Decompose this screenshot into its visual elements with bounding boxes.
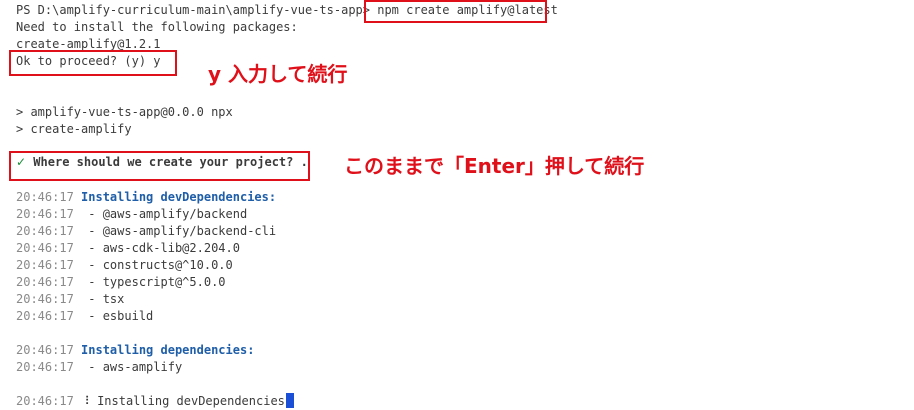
log-line: 20:46:17 - @aws-amplify/backend-cli xyxy=(16,223,276,240)
timestamp: 20:46:17 xyxy=(16,258,74,272)
annotation-press-enter: このままで「Enter」押して続行 xyxy=(344,154,645,178)
log-line: 20:46:17 - constructs@^10.0.0 xyxy=(16,257,233,274)
log-line: 20:46:17 - tsx xyxy=(16,291,124,308)
log-line: 20:46:17 Installing dependencies: xyxy=(16,342,254,359)
npx-line-1: > amplify-vue-ts-app@0.0.0 npx xyxy=(16,105,233,119)
timestamp: 20:46:17 xyxy=(16,309,74,323)
dependency: - aws-amplify xyxy=(88,360,183,374)
dev-dependency: - @aws-amplify/backend-cli xyxy=(88,224,277,238)
timestamp: 20:46:17 xyxy=(16,241,74,255)
log-line: 20:46:17 - aws-cdk-lib@2.204.0 xyxy=(16,240,240,257)
timestamp: 20:46:17 xyxy=(16,360,74,374)
installing-dev-label: Installing devDependencies: xyxy=(81,190,277,204)
terminal-cursor xyxy=(285,393,294,408)
timestamp: 20:46:17 xyxy=(16,275,74,289)
timestamp: 20:46:17 xyxy=(16,394,74,408)
installing-deps-label: Installing dependencies: xyxy=(81,343,255,357)
proceed-highlight-box xyxy=(9,50,177,76)
command-highlight-box xyxy=(364,0,547,23)
log-line: 20:46:17 - esbuild xyxy=(16,308,153,325)
need-install-text: Need to install the following packages: xyxy=(16,20,298,34)
dev-dependency: - @aws-amplify/backend xyxy=(88,207,248,221)
dev-dependency: - constructs@^10.0.0 xyxy=(88,258,233,272)
dev-dependency: - tsx xyxy=(88,292,125,306)
annotation-enter-y: y 入力して続行 xyxy=(208,62,348,86)
log-line: 20:46:17 - typescript@^5.0.0 xyxy=(16,274,226,291)
shell-prompt: PS D:\amplify-curriculum-main\amplify-vu… xyxy=(16,3,378,17)
status-line: 20:46:17 ⠸ Installing devDependencies xyxy=(16,393,294,410)
timestamp: 20:46:17 xyxy=(16,207,74,221)
terminal-output[interactable]: PS D:\amplify-curriculum-main\amplify-vu… xyxy=(0,0,914,410)
timestamp: 20:46:17 xyxy=(16,292,74,306)
log-line: 20:46:17 Installing devDependencies: xyxy=(16,189,276,206)
where-highlight-box xyxy=(9,151,310,181)
timestamp: 20:46:17 xyxy=(16,343,74,357)
dev-dependency: - typescript@^5.0.0 xyxy=(88,275,226,289)
npx-line-2: > create-amplify xyxy=(16,122,132,136)
dev-dependency: - esbuild xyxy=(88,309,154,323)
spinner-icon: ⠸ xyxy=(81,394,90,408)
log-line: 20:46:17 - @aws-amplify/backend xyxy=(16,206,247,223)
timestamp: 20:46:17 xyxy=(16,190,74,204)
timestamp: 20:46:17 xyxy=(16,224,74,238)
dev-dependency: - aws-cdk-lib@2.204.0 xyxy=(88,241,240,255)
status-text: Installing devDependencies xyxy=(97,394,285,408)
log-line: 20:46:17 - aws-amplify xyxy=(16,359,182,376)
